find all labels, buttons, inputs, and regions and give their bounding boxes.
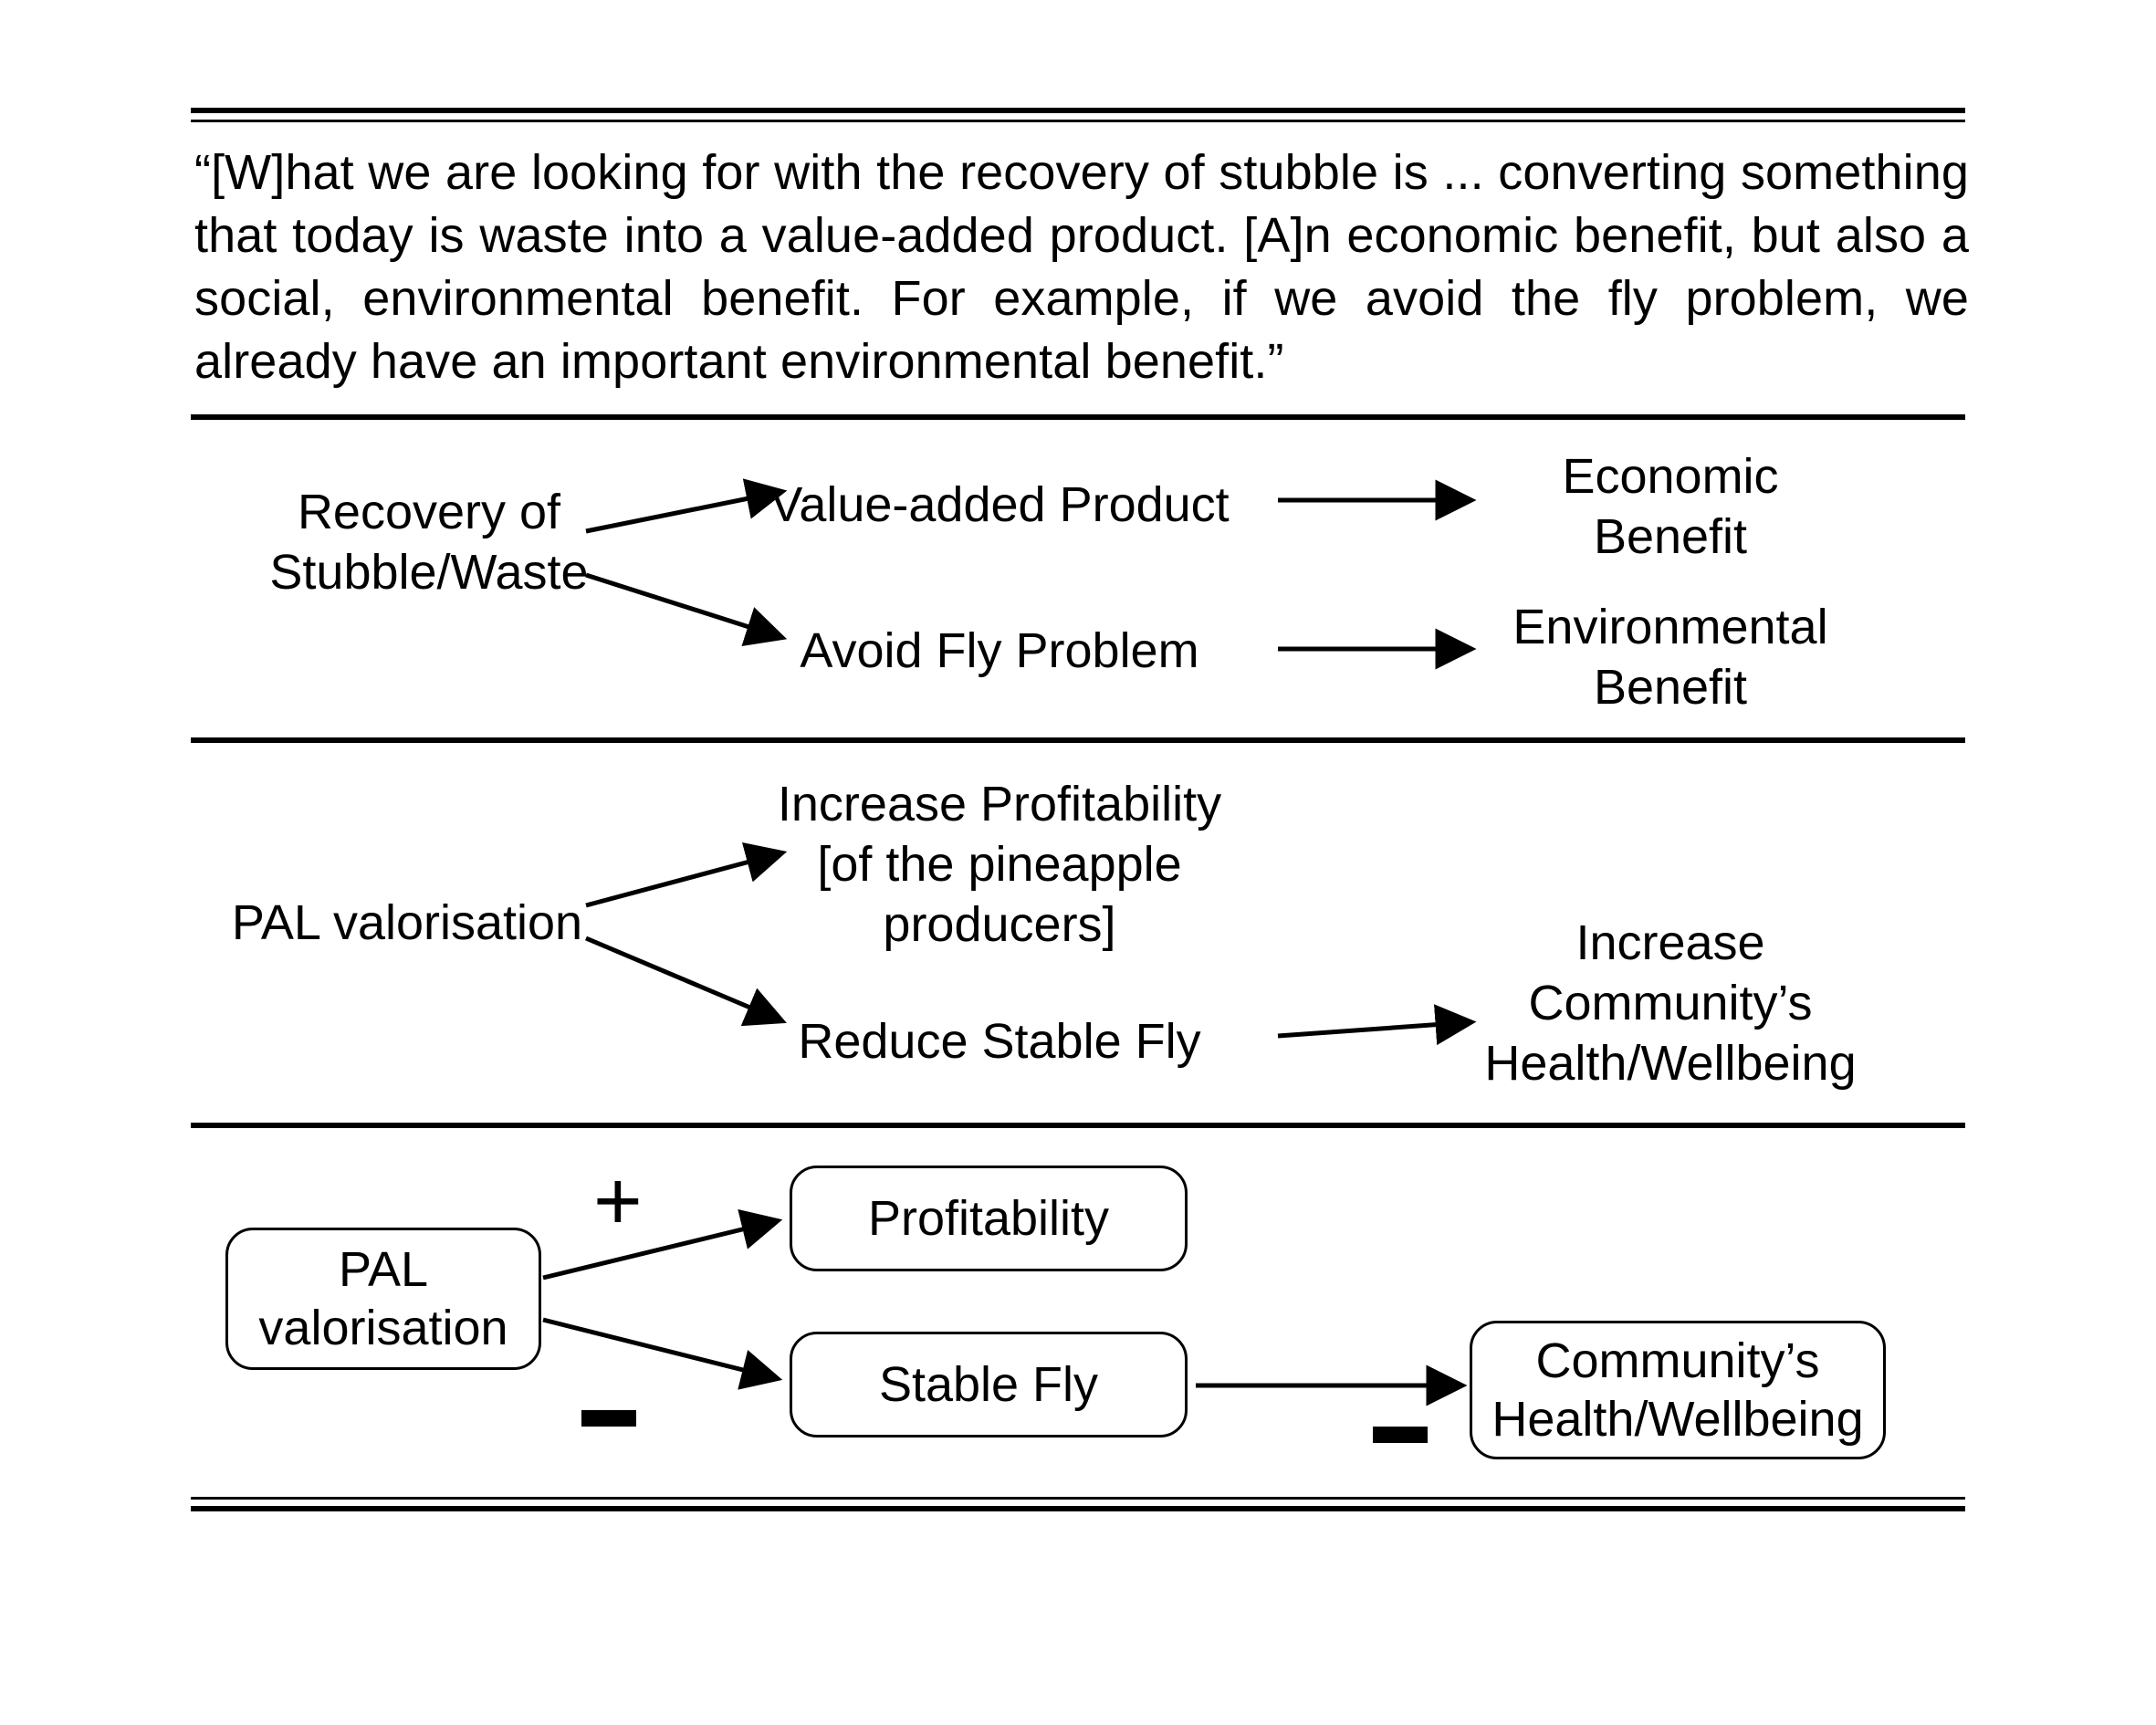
node-environmental-benefit: EnvironmentalBenefit — [1479, 597, 1862, 717]
box-profitability: Profitability — [790, 1166, 1188, 1271]
box-community-health: Community’sHealth/Wellbeing — [1470, 1321, 1886, 1459]
node-pal-valorisation-text: PAL valorisation — [211, 893, 603, 953]
node-avoid-fly-problem: Avoid Fly Problem — [739, 621, 1260, 681]
node-increase-profitability: Increase Profitability[of the pineapplep… — [739, 774, 1260, 955]
node-increase-community-health: IncreaseCommunity’sHealth/Wellbeing — [1479, 913, 1862, 1093]
node-economic-benefit: EconomicBenefit — [1479, 446, 1862, 567]
node-reduce-stable-fly: Reduce Stable Fly — [739, 1011, 1260, 1072]
plus-sign-icon: + — [593, 1159, 643, 1243]
node-recovery-of-stubble: Recovery ofStubble/Waste — [256, 482, 602, 602]
minus-sign-icon-2 — [1373, 1427, 1428, 1443]
minus-sign-icon — [581, 1410, 636, 1427]
node-value-added-product: Value-added Product — [739, 475, 1260, 535]
box-stable-fly: Stable Fly — [790, 1332, 1188, 1438]
box-pal-valorisation: PALvalorisation — [225, 1228, 541, 1370]
quote-text: “[W]hat we are looking for with the reco… — [194, 141, 1969, 393]
